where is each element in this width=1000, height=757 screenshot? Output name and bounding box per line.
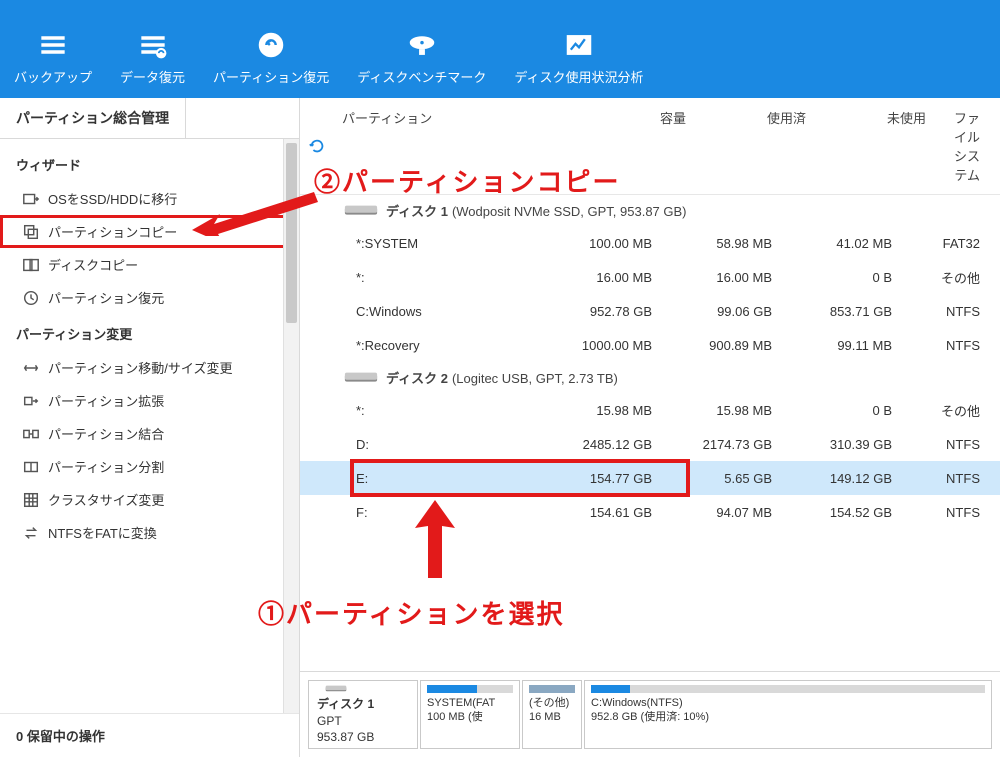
sidebar-item-label: パーティションコピー (48, 222, 177, 241)
toolbar-label: パーティション復元 (213, 67, 329, 86)
sidebar-item-label: パーティション移動/サイズ変更 (48, 358, 232, 377)
col-free: 未使用 (814, 98, 934, 194)
disk-map: ディスク 1 GPT 953.87 GB SYSTEM(FAT 100 MB (… (300, 671, 1000, 757)
table-row-selected[interactable]: E: 154.77 GB 5.65 GB 149.12 GB NTFS (300, 461, 1000, 495)
recovery-icon (22, 289, 40, 307)
seg-sub: 100 MB (使 (427, 711, 513, 725)
migrate-icon (22, 190, 40, 208)
sidebar-item-label: ディスクコピー (48, 255, 138, 274)
sidebar-item-label: パーティション拡張 (48, 391, 164, 410)
disk-desc: (Wodposit NVMe SSD, GPT, 953.87 GB) (452, 204, 687, 219)
table-row[interactable]: *: 16.00 MB 16.00 MB 0 B その他 (300, 260, 1000, 294)
table-row[interactable]: D: 2485.12 GB 2174.73 GB 310.39 GB NTFS (300, 427, 1000, 461)
sidebar-item-split[interactable]: パーティション分割 (0, 450, 299, 483)
sidebar-item-extend[interactable]: パーティション拡張 (0, 384, 299, 417)
pending-operations: 0 保留中の操作 (0, 713, 299, 757)
disk-icon (317, 685, 355, 693)
sidebar-item-label: クラスタサイズ変更 (48, 490, 164, 509)
disk-copy-icon (22, 256, 40, 274)
scrollbar-thumb[interactable] (286, 143, 297, 323)
convert-icon (22, 524, 40, 542)
table-row[interactable]: *:Recovery 1000.00 MB 900.89 MB 99.11 MB… (300, 328, 1000, 362)
seg-sub: 952.8 GB (使用済: 10%) (591, 711, 985, 725)
backup-icon (39, 31, 67, 59)
split-icon (22, 458, 40, 476)
sidebar-item-cluster[interactable]: クラスタサイズ変更 (0, 483, 299, 516)
disk-icon (344, 369, 378, 387)
map-disk-size: 953.87 GB (317, 730, 409, 744)
toolbar-label: データ復元 (120, 67, 185, 86)
table-row[interactable]: F: 154.61 GB 94.07 MB 154.52 GB NTFS (300, 495, 1000, 529)
toolbar-label: ディスク使用状況分析 (514, 67, 643, 86)
map-segment-windows[interactable]: C:Windows(NTFS) 952.8 GB (使用済: 10%) (584, 680, 992, 749)
disk-usage-icon (565, 31, 593, 59)
merge-icon (22, 425, 40, 443)
seg-name: C:Windows(NTFS) (591, 697, 985, 711)
map-disk-type: GPT (317, 714, 409, 728)
toolbar-data-recovery[interactable]: データ復元 (106, 31, 199, 86)
partition-table-header: パーティション 容量 使用済 未使用 ファイルシステム (300, 98, 1000, 195)
toolbar-backup[interactable]: バックアップ (0, 31, 106, 86)
sidebar-item-merge[interactable]: パーティション結合 (0, 417, 299, 450)
sidebar-item-label: パーティション分割 (48, 457, 164, 476)
toolbar-label: バックアップ (14, 67, 92, 86)
refresh-icon[interactable] (300, 98, 334, 194)
sidebar-item-label: パーティション結合 (48, 424, 164, 443)
col-filesystem: ファイルシステム (934, 98, 1000, 194)
table-row[interactable]: C:Windows 952.78 GB 99.06 GB 853.71 GB N… (300, 294, 1000, 328)
col-capacity: 容量 (564, 98, 694, 194)
resize-icon (22, 359, 40, 377)
disk-2-header[interactable]: ディスク 2 (Logitec USB, GPT, 2.73 TB) (300, 362, 1000, 393)
disk-desc: (Logitec USB, GPT, 2.73 TB) (452, 371, 618, 386)
seg-name: (その他) (529, 697, 575, 711)
toolbar-benchmark[interactable]: ディスクベンチマーク (343, 31, 500, 86)
section-wizard: ウィザード (0, 145, 299, 182)
sidebar-item-move-resize[interactable]: パーティション移動/サイズ変更 (0, 351, 299, 384)
partition-table-body: ディスク 1 (Wodposit NVMe SSD, GPT, 953.87 GB… (300, 195, 1000, 671)
partition-recovery-icon (257, 31, 285, 59)
sidebar-item-os-migrate[interactable]: OSをSSD/HDDに移行 (0, 182, 299, 215)
seg-name: SYSTEM(FAT (427, 697, 513, 711)
disk-1-header[interactable]: ディスク 1 (Wodposit NVMe SSD, GPT, 953.87 GB… (300, 195, 1000, 226)
sidebar-item-label: OSをSSD/HDDに移行 (48, 189, 177, 208)
data-recovery-icon (139, 31, 167, 59)
sidebar-item-label: NTFSをFATに変換 (48, 523, 157, 542)
seg-sub: 16 MB (529, 711, 575, 725)
toolbar-disk-usage[interactable]: ディスク使用状況分析 (500, 31, 657, 86)
copy-icon (22, 223, 40, 241)
map-segment-other[interactable]: (その他) 16 MB (522, 680, 582, 749)
extend-icon (22, 392, 40, 410)
cluster-icon (22, 491, 40, 509)
top-toolbar: バックアップ データ復元 パーティション復元 ディスクベンチマーク ディスク使用… (0, 0, 1000, 98)
map-disk-label[interactable]: ディスク 1 GPT 953.87 GB (308, 680, 418, 749)
col-partition: パーティション (334, 98, 564, 194)
sidebar: パーティション総合管理 ウィザード OSをSSD/HDDに移行 パーティションコ… (0, 98, 300, 757)
content-panel: パーティション 容量 使用済 未使用 ファイルシステム ディスク 1 (Wodpo… (300, 98, 1000, 757)
col-used: 使用済 (694, 98, 814, 194)
disk-name: ディスク 2 (386, 371, 448, 386)
map-segment-system[interactable]: SYSTEM(FAT 100 MB (使 (420, 680, 520, 749)
map-disk-name: ディスク 1 (317, 695, 409, 712)
section-change: パーティション変更 (0, 314, 299, 351)
sidebar-tab[interactable]: パーティション総合管理 (0, 98, 299, 139)
disk-icon (344, 202, 378, 220)
table-row[interactable]: *: 15.98 MB 15.98 MB 0 B その他 (300, 393, 1000, 427)
sidebar-item-partition-recovery[interactable]: パーティション復元 (0, 281, 299, 314)
benchmark-icon (408, 31, 436, 59)
sidebar-tab-label: パーティション総合管理 (0, 98, 186, 138)
toolbar-label: ディスクベンチマーク (357, 67, 486, 86)
sidebar-item-ntfs-fat[interactable]: NTFSをFATに変換 (0, 516, 299, 549)
toolbar-partition-recovery[interactable]: パーティション復元 (199, 31, 343, 86)
sidebar-item-partition-copy[interactable]: パーティションコピー (0, 215, 299, 248)
disk-name: ディスク 1 (386, 204, 448, 219)
sidebar-item-label: パーティション復元 (48, 288, 164, 307)
table-row[interactable]: *:SYSTEM 100.00 MB 58.98 MB 41.02 MB FAT… (300, 226, 1000, 260)
sidebar-item-disk-copy[interactable]: ディスクコピー (0, 248, 299, 281)
